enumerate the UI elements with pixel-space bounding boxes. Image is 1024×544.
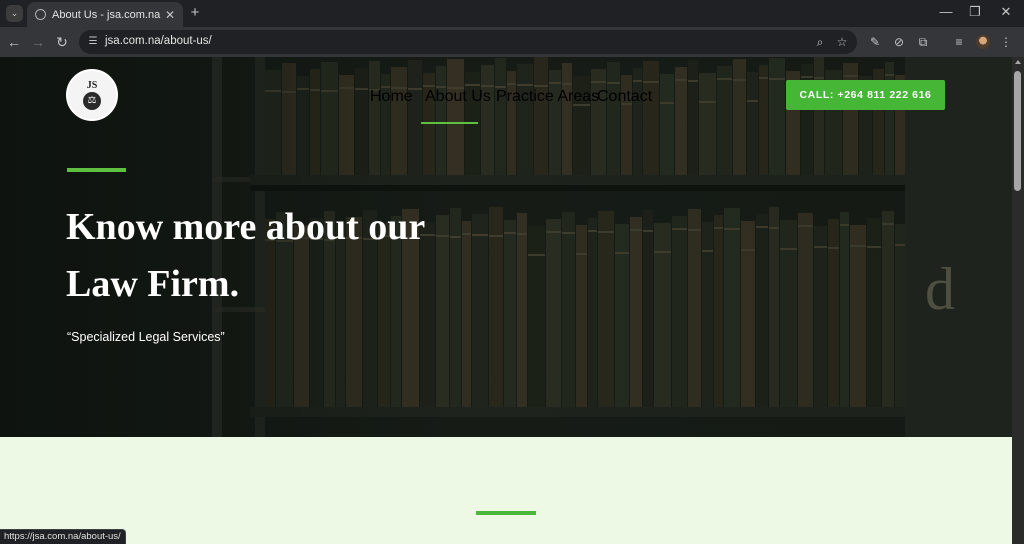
site-logo[interactable]: JS ⚖ [66, 69, 118, 121]
nav-about-us[interactable]: About Us [425, 88, 491, 106]
tab-title: About Us - jsa.com.na [52, 8, 161, 21]
hero-title: Know more about our Law Firm. [66, 199, 516, 313]
hero-section: d JS ⚖ Home About Us Practice Areas Cont… [0, 57, 1012, 437]
plus-icon[interactable]: + [187, 5, 203, 21]
minimize-icon[interactable]: — [936, 4, 956, 19]
browser-toolbar: ← → ↻ ☰ jsa.com.na/about-us/ ⌕ ☆ ✎ ⊘ ⧉ ≡… [0, 27, 1024, 57]
scroll-up-icon[interactable] [1015, 60, 1021, 64]
zoom-icon[interactable]: ⌕ [813, 35, 827, 49]
accent-bar [67, 168, 126, 172]
forward-icon[interactable]: → [29, 33, 47, 51]
kebab-menu-icon[interactable]: ⋮ [998, 34, 1014, 50]
site-info-icon[interactable]: ☰ [86, 35, 100, 49]
page-viewport: d JS ⚖ Home About Us Practice Areas Cont… [0, 57, 1012, 544]
close-window-icon[interactable]: ✕ [996, 4, 1016, 20]
browser-tab[interactable]: About Us - jsa.com.na ✕ [27, 2, 183, 27]
link-status-bar: https://jsa.com.na/about-us/ [0, 529, 126, 544]
star-icon[interactable]: ☆ [835, 35, 849, 49]
url-text: jsa.com.na/about-us/ [105, 35, 212, 47]
address-bar[interactable]: ☰ jsa.com.na/about-us/ ⌕ ☆ [79, 30, 857, 54]
hero-title-line1: Know more about our [66, 206, 426, 248]
intro-section [0, 437, 1012, 544]
restore-icon[interactable]: ❐ [965, 4, 985, 20]
extension-disabled-icon[interactable]: ⊘ [891, 34, 907, 50]
logo-monogram: JS [86, 79, 98, 91]
puzzle-icon[interactable]: ⧉ [915, 34, 931, 50]
scales-of-justice-icon: ⚖ [83, 91, 101, 110]
scrollbar-thumb[interactable] [1014, 71, 1021, 191]
browser-tabstrip: ⌄ About Us - jsa.com.na ✕ + — ❐ ✕ [0, 0, 1024, 27]
eyedropper-icon[interactable]: ✎ [867, 34, 883, 50]
call-button[interactable]: CALL: +264 811 222 616 [786, 80, 945, 110]
close-icon[interactable]: ✕ [163, 8, 177, 22]
page-scrollbar[interactable] [1012, 57, 1024, 544]
back-icon[interactable]: ← [5, 33, 23, 51]
avatar[interactable] [976, 35, 990, 49]
nav-home[interactable]: Home [370, 88, 413, 106]
globe-icon [35, 9, 46, 20]
section-accent-bar [476, 511, 536, 515]
hero-subtitle: “Specialized Legal Services” [67, 330, 225, 344]
reload-icon[interactable]: ↻ [53, 33, 71, 51]
tab-search-icon[interactable]: ⌄ [6, 5, 23, 22]
hero-title-line2: Law Firm. [66, 263, 240, 305]
nav-practice-areas[interactable]: Practice Areas [496, 88, 599, 106]
nav-contact[interactable]: Contact [597, 88, 652, 106]
nav-active-underline [421, 122, 478, 124]
media-queue-icon[interactable]: ≡ [951, 34, 967, 50]
